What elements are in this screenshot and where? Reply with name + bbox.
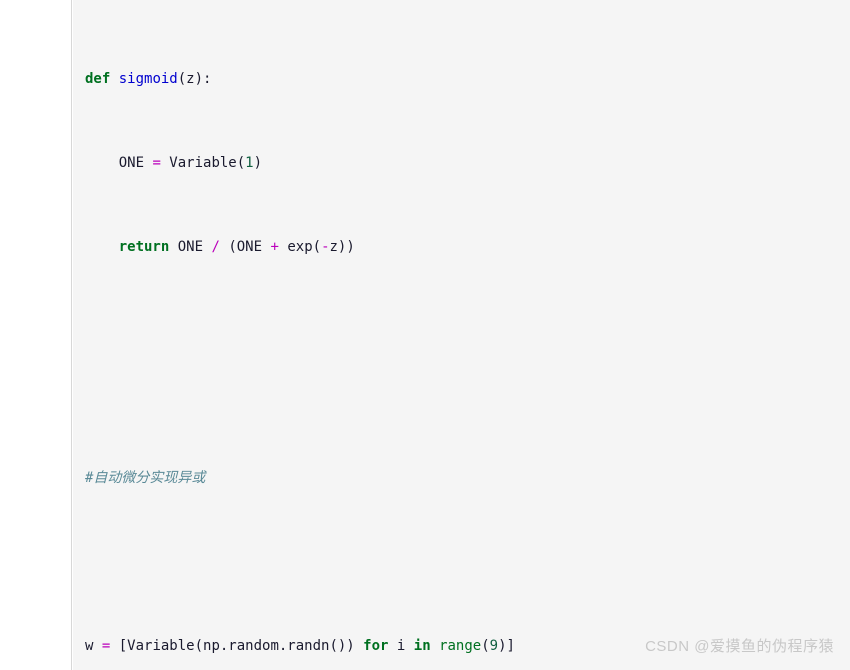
- editor-left-gutter: [0, 0, 72, 670]
- keyword-in: in: [413, 638, 431, 654]
- operator-assign: =: [152, 155, 161, 171]
- comment-text: #自动微分实现异或: [85, 470, 206, 486]
- code-line[interactable]: ONE = Variable(1): [85, 153, 845, 174]
- operator-minus: -: [321, 239, 330, 255]
- number-literal: 9: [489, 638, 499, 654]
- builtin-range: range: [439, 638, 482, 654]
- code-line-blank[interactable]: [85, 384, 845, 405]
- csdn-watermark: CSDN @爱摸鱼的伪程序猿: [645, 638, 834, 655]
- keyword-return: return: [118, 239, 170, 255]
- keyword-def: def: [85, 71, 111, 87]
- code-line-comment[interactable]: #自动微分实现异或: [85, 468, 845, 489]
- code-screenshot: def sigmoid(z): ONE = Variable(1) return…: [0, 0, 850, 670]
- code-line-blank[interactable]: [85, 552, 845, 573]
- number-literal: 1: [245, 155, 254, 171]
- code-line-blank[interactable]: [85, 321, 845, 342]
- code-surface[interactable]: def sigmoid(z): ONE = Variable(1) return…: [73, 0, 850, 670]
- keyword-for: for: [363, 638, 389, 654]
- python-code-block[interactable]: def sigmoid(z): ONE = Variable(1) return…: [85, 6, 845, 670]
- operator-divide: /: [211, 239, 220, 255]
- code-line[interactable]: def sigmoid(z):: [85, 69, 845, 90]
- operator-plus: +: [270, 239, 279, 255]
- function-name-sigmoid: sigmoid: [118, 71, 178, 87]
- code-line[interactable]: return ONE / (ONE + exp(-z)): [85, 237, 845, 258]
